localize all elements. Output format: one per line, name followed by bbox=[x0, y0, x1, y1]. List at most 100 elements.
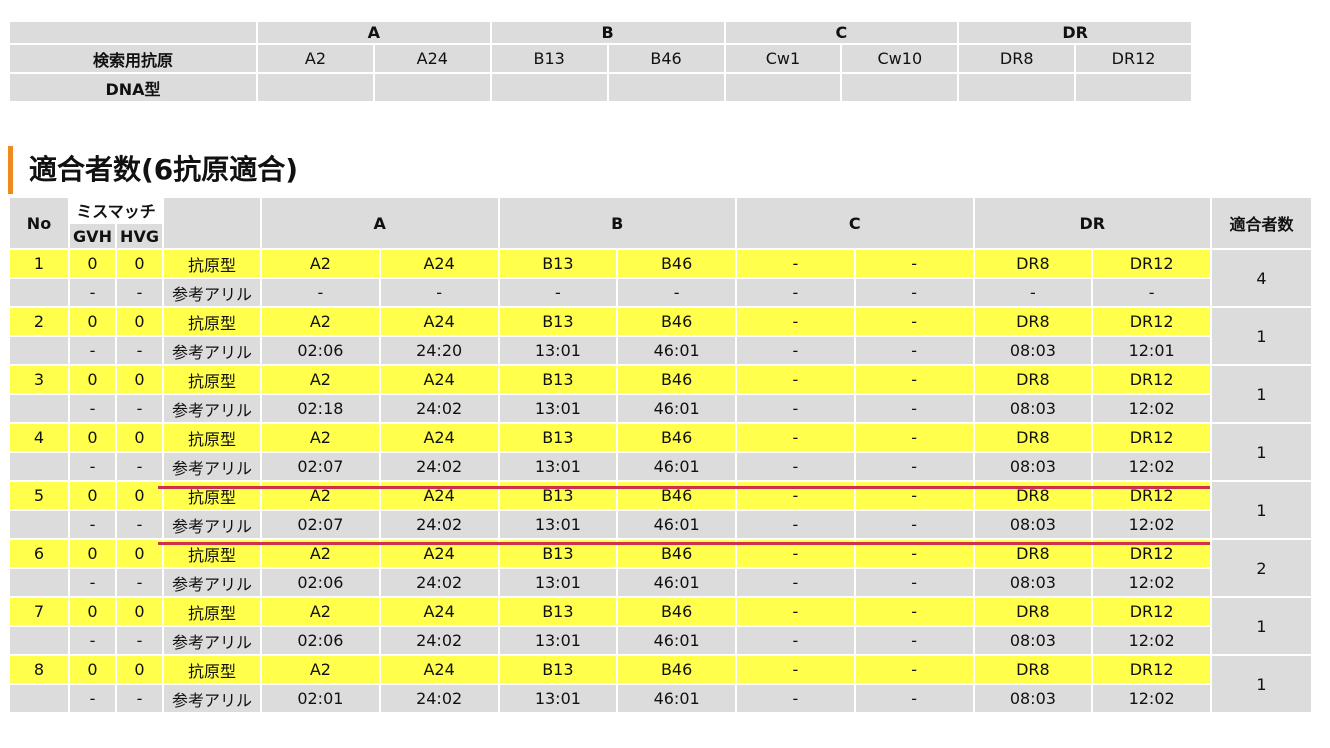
result-antigen-cell: - bbox=[855, 424, 973, 451]
result-allele-row: - - 参考アリル 02:06 24:02 13:01 46:01- -08:03 12:02 bbox=[10, 569, 1311, 596]
result-allele-row: - - 参考アリル - - - - - - - - bbox=[10, 279, 1311, 306]
result-count: 1 bbox=[1212, 598, 1311, 654]
result-allele-cell: - bbox=[855, 453, 973, 480]
result-allele-cell: 12:02 bbox=[1093, 685, 1210, 712]
result-antigen-cell: A24 bbox=[380, 424, 498, 451]
result-allele-cell: 24:02 bbox=[380, 685, 498, 712]
result-antigen-row: 1 0 0 抗原型 A2 A24 B13 B46- - DR8 DR12 4 bbox=[10, 250, 1311, 306]
search-dna-cell bbox=[374, 74, 490, 101]
result-allele-cell: - bbox=[380, 279, 498, 306]
result-antigen-row: 4 0 0 抗原型 A2 A24 B13 B46- - DR8 DR12 1 bbox=[10, 424, 1311, 480]
result-antigen-cell: B13 bbox=[499, 366, 617, 393]
result-antigen-cell: B13 bbox=[499, 250, 617, 277]
highlight-line-bottom bbox=[158, 542, 1210, 545]
result-no: 3 bbox=[10, 366, 68, 393]
result-allele-cell: - bbox=[737, 511, 854, 538]
search-antigen-cell: B46 bbox=[608, 45, 724, 72]
result-allele-cell: 46:01 bbox=[618, 453, 735, 480]
result-ref-label: 参考アリル bbox=[164, 511, 260, 538]
result-antigen-cell: DR8 bbox=[974, 366, 1092, 393]
header-hvg: HVG bbox=[117, 224, 162, 248]
result-hvg: 0 bbox=[117, 250, 162, 277]
result-allele-cell: 08:03 bbox=[974, 395, 1092, 422]
result-allele-row: - - 参考アリル 02:06 24:02 13:01 46:01- -08:03 12:02 bbox=[10, 627, 1311, 654]
search-antigen-cell: Cw1 bbox=[725, 45, 841, 72]
result-allele-cell: - bbox=[1093, 279, 1210, 306]
search-dna-cell bbox=[725, 74, 841, 101]
result-antigen-cell: A2 bbox=[262, 598, 379, 625]
result-gvh: 0 bbox=[70, 482, 115, 509]
header-mismatch: ミスマッチ bbox=[70, 198, 162, 222]
result-allele-cell: 02:01 bbox=[262, 685, 379, 712]
result-hvg: 0 bbox=[117, 482, 162, 509]
result-no: 5 bbox=[10, 482, 68, 509]
result-allele-cell: - bbox=[737, 395, 854, 422]
search-antigen-cell: DR8 bbox=[959, 45, 1075, 72]
result-gvh-ref: - bbox=[70, 569, 115, 596]
result-allele-cell: - bbox=[855, 627, 973, 654]
result-antigen-cell: - bbox=[737, 598, 854, 625]
result-allele-cell: - bbox=[855, 569, 973, 596]
result-antigen-cell: - bbox=[855, 308, 973, 335]
result-hvg: 0 bbox=[117, 598, 162, 625]
result-count: 2 bbox=[1212, 540, 1311, 596]
result-hvg-ref: - bbox=[117, 337, 162, 364]
result-allele-cell: - bbox=[737, 279, 854, 306]
search-dna-cell bbox=[842, 74, 958, 101]
header-group-b: B bbox=[499, 198, 735, 248]
search-group-header-row: A B C DR bbox=[10, 22, 1191, 43]
result-type-label: 抗原型 bbox=[164, 424, 260, 451]
result-gvh: 0 bbox=[70, 424, 115, 451]
result-allele-row: - - 参考アリル 02:07 24:02 13:01 46:01- -08:03 12:02 bbox=[10, 511, 1311, 538]
search-group-a: A bbox=[258, 22, 490, 43]
search-group-b: B bbox=[491, 22, 724, 43]
result-allele-cell: - bbox=[974, 279, 1092, 306]
result-ref-label: 参考アリル bbox=[164, 685, 260, 712]
result-gvh-ref: - bbox=[70, 685, 115, 712]
header-gvh: GVH bbox=[70, 224, 115, 248]
result-antigen-cell: B13 bbox=[499, 598, 617, 625]
search-corner-cell bbox=[10, 22, 256, 43]
result-allele-cell: - bbox=[737, 685, 854, 712]
header-group-dr: DR bbox=[974, 198, 1210, 248]
result-allele-cell: 12:01 bbox=[1093, 337, 1210, 364]
search-dna-cell bbox=[959, 74, 1075, 101]
result-allele-cell: - bbox=[737, 337, 854, 364]
result-antigen-cell: A2 bbox=[262, 424, 379, 451]
result-antigen-cell: A24 bbox=[380, 250, 498, 277]
result-antigen-cell: B46 bbox=[618, 656, 735, 683]
result-allele-cell: - bbox=[499, 279, 617, 306]
result-allele-cell: 24:02 bbox=[380, 453, 498, 480]
result-antigen-cell: DR12 bbox=[1093, 424, 1210, 451]
result-no-blank bbox=[10, 511, 68, 538]
result-antigen-cell: - bbox=[855, 598, 973, 625]
result-allele-cell: 46:01 bbox=[618, 569, 735, 596]
result-allele-cell: 13:01 bbox=[499, 337, 617, 364]
result-antigen-cell: - bbox=[737, 250, 854, 277]
search-dna-cell bbox=[1076, 74, 1191, 101]
search-dna-cell bbox=[491, 74, 607, 101]
result-count: 1 bbox=[1212, 424, 1311, 480]
results-header-table: No ミスマッチ A B C DR 適合者数 GVH HVG bbox=[8, 196, 1313, 250]
search-antigen-cell: A24 bbox=[374, 45, 490, 72]
result-allele-cell: - bbox=[855, 337, 973, 364]
result-allele-cell: 02:07 bbox=[262, 453, 379, 480]
result-allele-cell: 24:20 bbox=[380, 337, 498, 364]
header-no: No bbox=[10, 198, 68, 248]
results-table: 1 0 0 抗原型 A2 A24 B13 B46- - DR8 DR12 4- - 参考アリル - - - - - -… bbox=[8, 248, 1313, 714]
result-antigen-row: 8 0 0 抗原型 A2 A24 B13 B46- - DR8 DR12 1 bbox=[10, 656, 1311, 712]
search-dna-row: DNA型 bbox=[10, 74, 1191, 101]
result-hvg-ref: - bbox=[117, 685, 162, 712]
result-hvg-ref: - bbox=[117, 569, 162, 596]
search-antigen-cell: Cw10 bbox=[842, 45, 958, 72]
header-group-c: C bbox=[737, 198, 973, 248]
result-antigen-cell: A24 bbox=[380, 598, 498, 625]
result-ref-label: 参考アリル bbox=[164, 569, 260, 596]
result-hvg-ref: - bbox=[117, 511, 162, 538]
result-allele-cell: - bbox=[737, 627, 854, 654]
result-antigen-cell: DR8 bbox=[974, 598, 1092, 625]
results-header-row: No ミスマッチ A B C DR 適合者数 bbox=[10, 198, 1311, 248]
result-hvg: 0 bbox=[117, 308, 162, 335]
search-antigen-cell: A2 bbox=[258, 45, 373, 72]
result-antigen-cell: - bbox=[855, 366, 973, 393]
